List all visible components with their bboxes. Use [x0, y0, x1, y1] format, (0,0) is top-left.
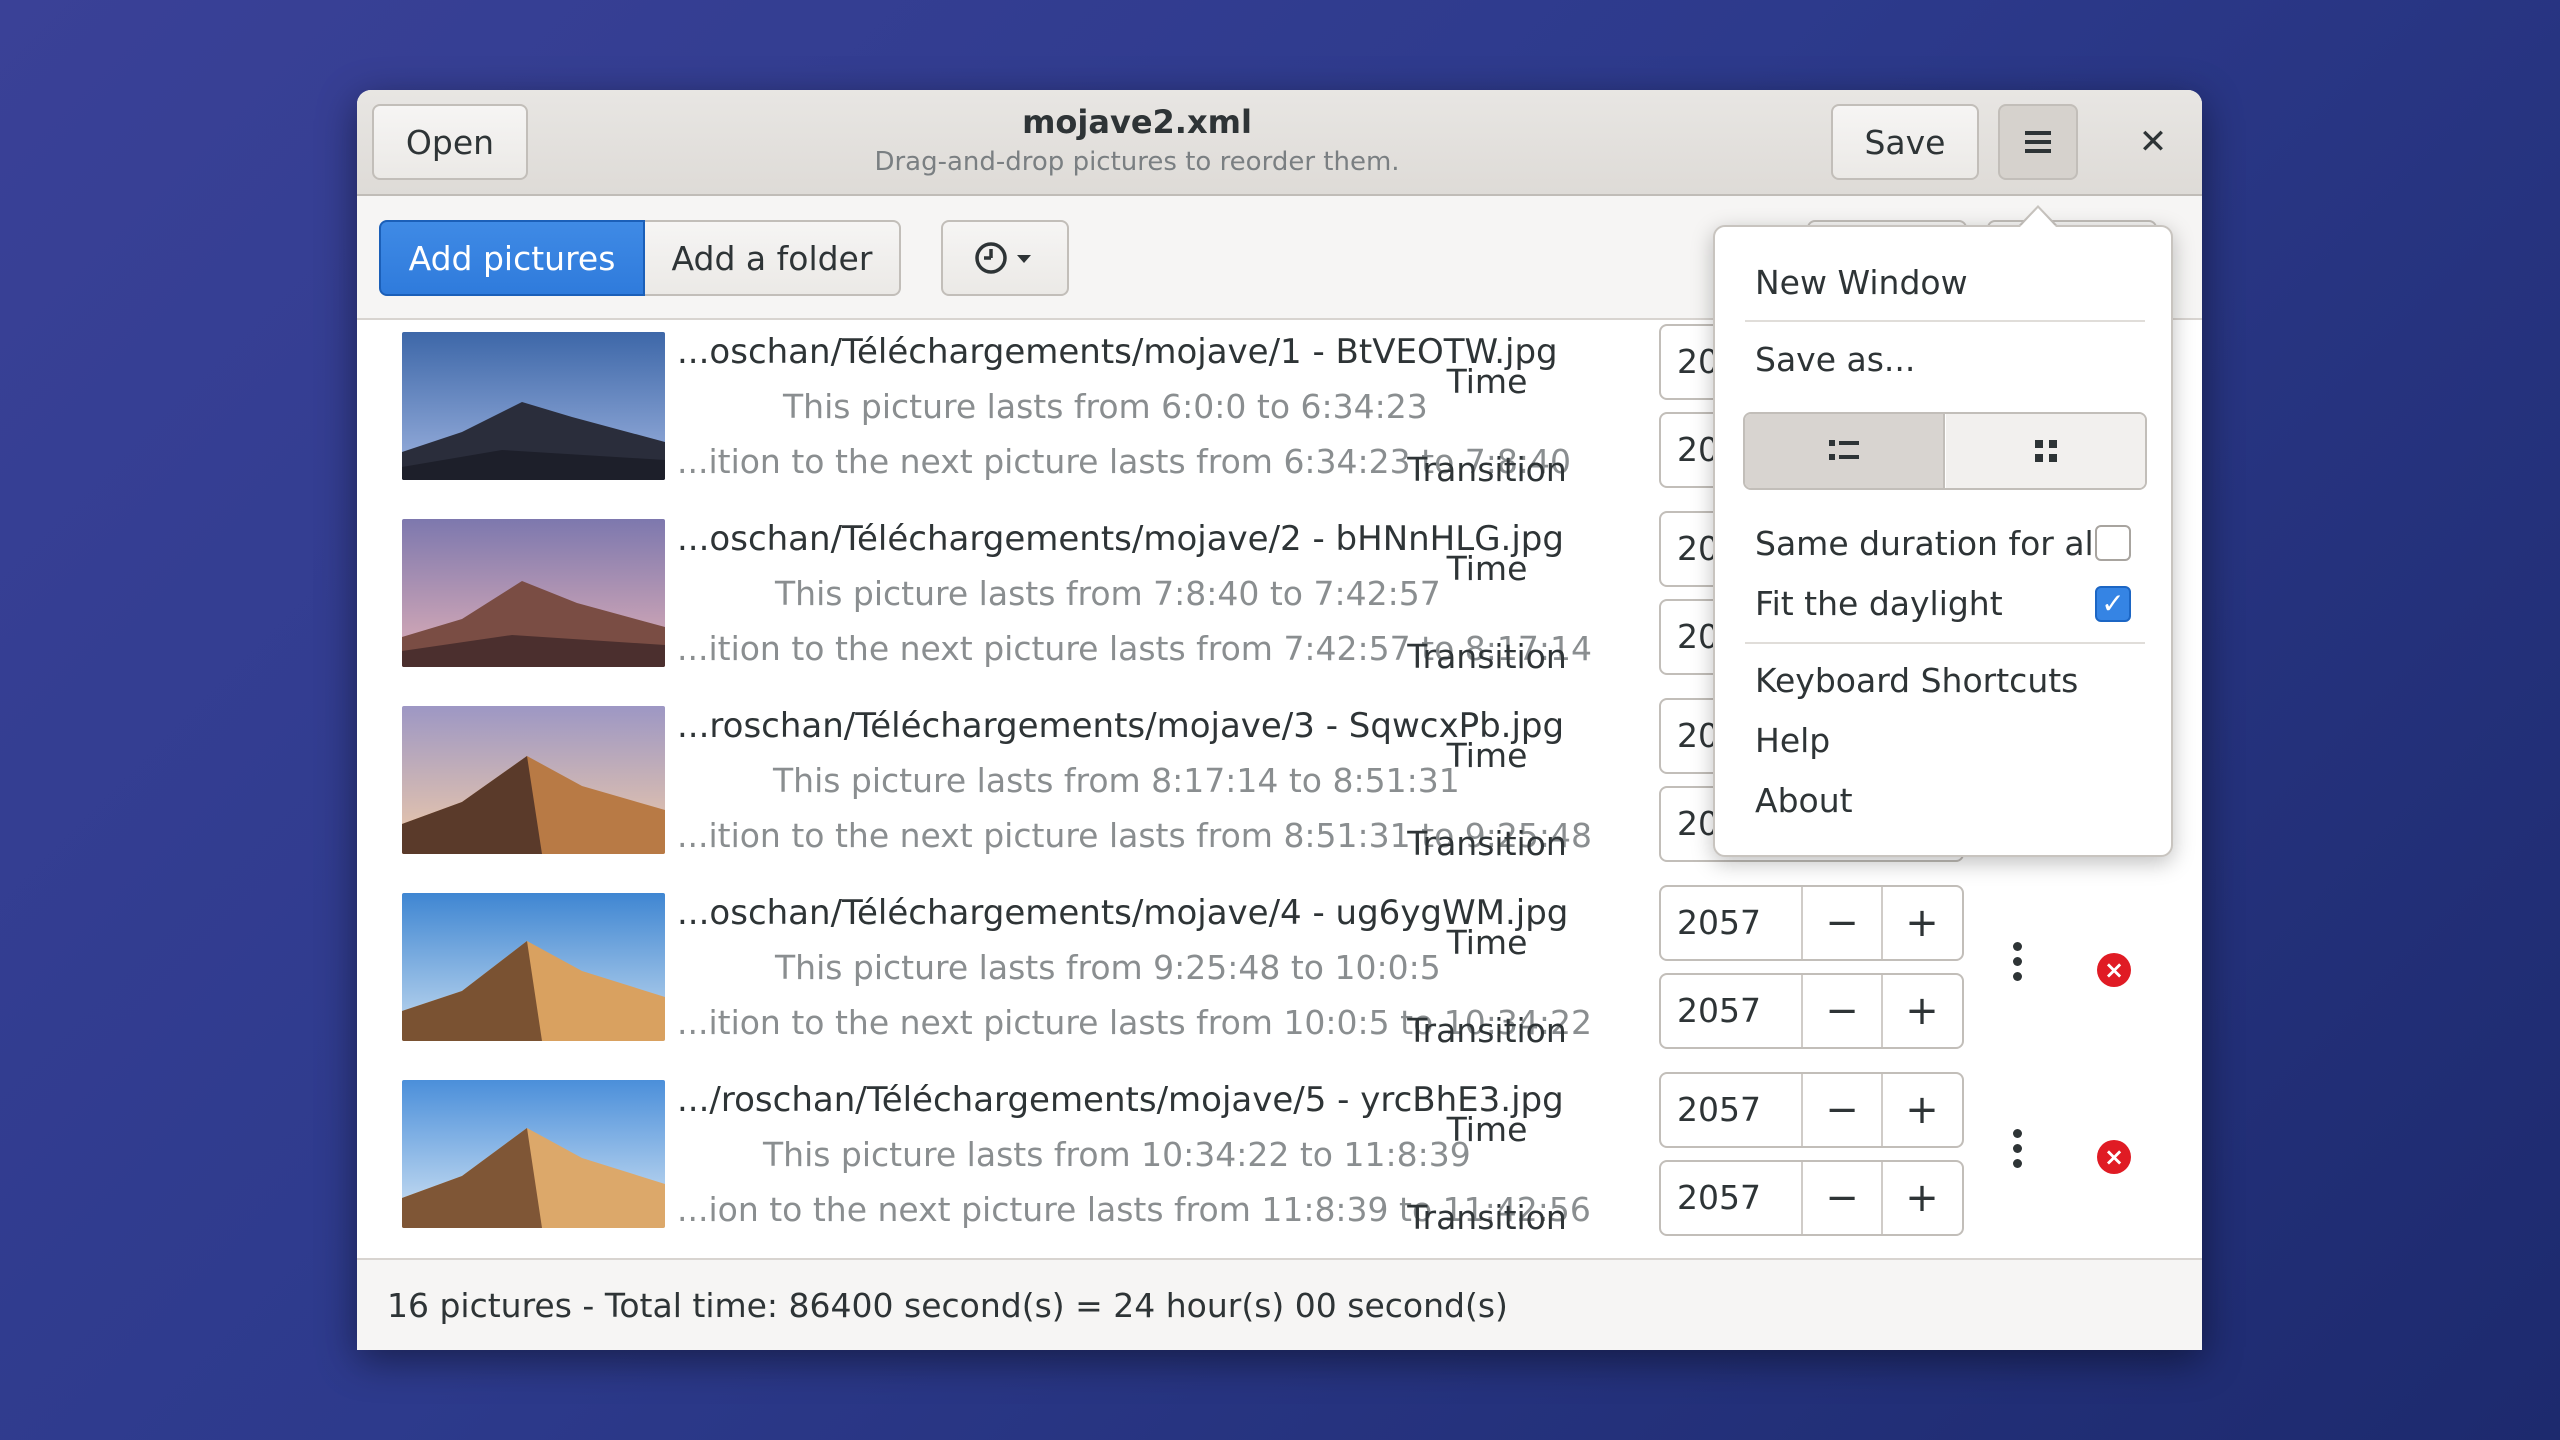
remove-picture-icon[interactable]: × — [2097, 1140, 2131, 1174]
add-pictures-button[interactable]: Add pictures — [379, 220, 645, 296]
title-block: mojave2.xml Drag-and-drop pictures to re… — [857, 100, 1417, 180]
window-subtitle: Drag-and-drop pictures to reorder them. — [874, 147, 1400, 177]
menu-item-keyboard-shortcuts[interactable]: Keyboard Shortcuts — [1755, 657, 2078, 705]
add-pictures-label: Add pictures — [408, 238, 616, 278]
status-text: 16 pictures - Total time: 86400 second(s… — [387, 1286, 1508, 1325]
save-button[interactable]: Save — [1831, 104, 1979, 180]
hamburger-menu-icon — [2025, 131, 2051, 153]
header-bar: Open mojave2.xml Drag-and-drop pictures … — [357, 90, 2202, 196]
time-decrement-button[interactable]: − — [1801, 1074, 1881, 1146]
transition-value[interactable]: 2057 — [1677, 975, 1761, 1047]
transition-spinbutton[interactable]: 2057 − + — [1659, 1160, 1964, 1236]
transition-increment-button[interactable]: + — [1881, 975, 1961, 1047]
time-value[interactable]: 2057 — [1677, 887, 1761, 959]
menu-separator — [1745, 642, 2145, 644]
time-increment-button[interactable]: + — [1881, 887, 1961, 959]
chevron-down-icon — [1017, 255, 1031, 263]
time-spinbutton[interactable]: 2057 − + — [1659, 885, 1964, 961]
list-item[interactable]: .../roschan/Téléchargements/mojave/5 - y… — [357, 1070, 2202, 1257]
list-view-button[interactable] — [1745, 414, 1945, 488]
add-folder-button[interactable]: Add a folder — [645, 220, 901, 296]
picture-thumbnail — [402, 893, 665, 1041]
clock-menu-button[interactable] — [941, 220, 1069, 296]
menu-item-save-as[interactable]: Save as... — [1755, 336, 1915, 384]
list-view-icon — [1829, 440, 1859, 460]
time-decrement-button[interactable]: − — [1801, 887, 1881, 959]
fit-daylight-checkbox[interactable]: ✓ — [2095, 586, 2131, 622]
transition-decrement-button[interactable]: − — [1801, 1162, 1881, 1234]
add-folder-label: Add a folder — [671, 238, 873, 278]
picture-thumbnail — [402, 332, 665, 480]
menu-item-help[interactable]: Help — [1755, 717, 1830, 765]
list-item[interactable]: ...oschan/Téléchargements/mojave/4 - ug6… — [357, 883, 2202, 1070]
time-spinbutton[interactable]: 2057 − + — [1659, 1072, 1964, 1148]
grid-view-icon — [2035, 440, 2057, 462]
menu-item-about[interactable]: About — [1755, 777, 1853, 825]
close-button[interactable]: ✕ — [2123, 112, 2183, 172]
menu-item-new-window[interactable]: New Window — [1755, 259, 1968, 307]
transition-value[interactable]: 2057 — [1677, 1162, 1761, 1234]
time-increment-button[interactable]: + — [1881, 1074, 1961, 1146]
open-button[interactable]: Open — [372, 104, 528, 180]
close-icon: ✕ — [2138, 122, 2168, 162]
row-options-icon[interactable] — [2002, 938, 2032, 998]
status-bar: 16 pictures - Total time: 86400 second(s… — [357, 1258, 2202, 1350]
open-button-label: Open — [405, 122, 495, 162]
remove-picture-icon[interactable]: × — [2097, 953, 2131, 987]
clock-icon — [975, 242, 1031, 274]
menu-separator — [1745, 320, 2145, 322]
main-menu-button[interactable] — [1998, 104, 2078, 180]
picture-thumbnail — [402, 519, 665, 667]
picture-thumbnail — [402, 706, 665, 854]
popover-arrow-inner — [2020, 208, 2056, 227]
time-value[interactable]: 2057 — [1677, 1074, 1761, 1146]
window-title: mojave2.xml — [1022, 103, 1252, 141]
menu-item-fit-daylight[interactable]: Fit the daylight — [1755, 580, 2003, 628]
grid-view-button[interactable] — [1946, 414, 2145, 488]
picture-thumbnail — [402, 1080, 665, 1228]
transition-increment-button[interactable]: + — [1881, 1162, 1961, 1234]
same-duration-checkbox[interactable] — [2095, 525, 2131, 561]
main-menu-popover: New Window Save as... Same duration for … — [1713, 225, 2173, 857]
transition-decrement-button[interactable]: − — [1801, 975, 1881, 1047]
view-mode-toggle — [1743, 412, 2147, 490]
menu-item-same-duration[interactable]: Same duration for all — [1755, 520, 2103, 568]
row-options-icon[interactable] — [2002, 1125, 2032, 1185]
transition-spinbutton[interactable]: 2057 − + — [1659, 973, 1964, 1049]
save-button-label: Save — [1864, 122, 1946, 162]
